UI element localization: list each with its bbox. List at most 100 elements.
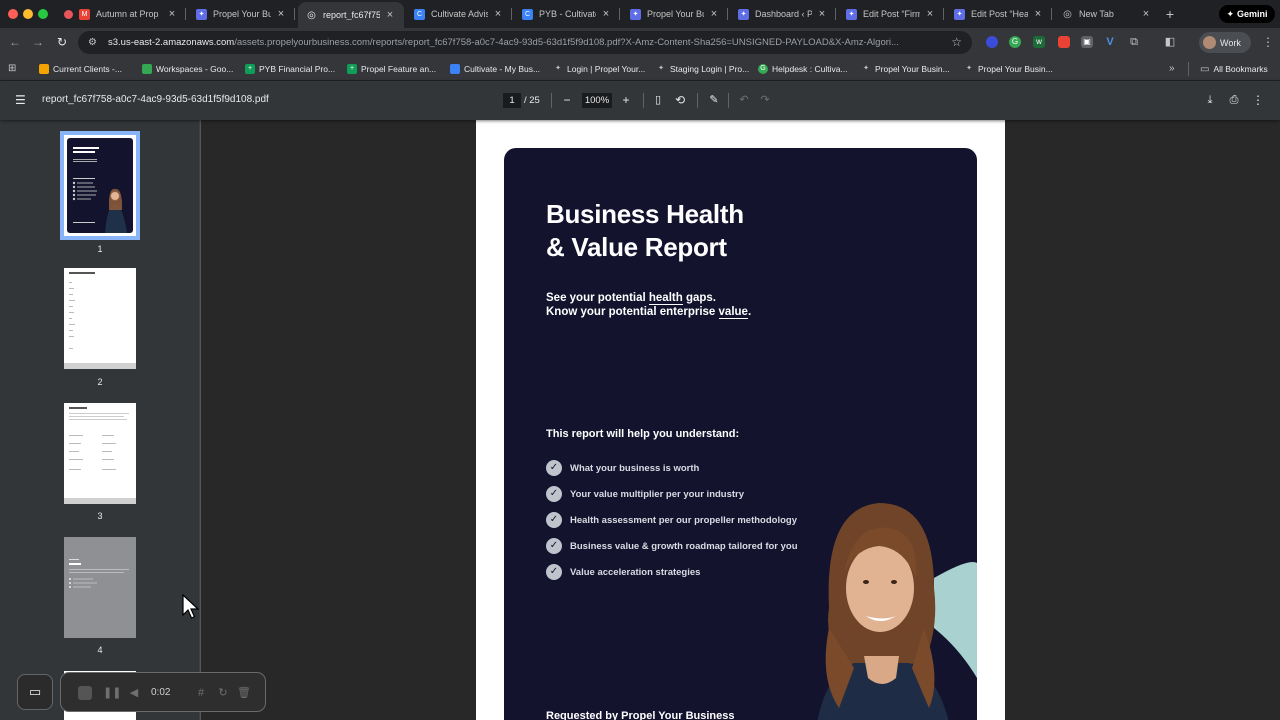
tab-7[interactable]: ✦ Dashboard ‹ Pr × [730, 3, 836, 25]
extension-icon-3[interactable]: w [1033, 36, 1045, 48]
print-icon[interactable]: ⎙ [1227, 93, 1241, 108]
stop-recording-button[interactable] [78, 686, 92, 700]
draw-icon[interactable]: # [194, 686, 208, 700]
redo-icon[interactable]: ↷ [758, 93, 772, 108]
address-bar[interactable]: ⚙ s3.us-east-2.amazonaws.com/assets.prop… [78, 31, 972, 54]
restart-icon[interactable]: ↻ [216, 686, 230, 700]
thumbnail-page-1[interactable] [60, 131, 140, 240]
page-number-input[interactable]: 1 [503, 93, 521, 108]
pause-icon[interactable]: ❚❚ [103, 686, 121, 700]
profile-label: Work [1220, 37, 1241, 48]
undo-icon[interactable]: ↶ [737, 93, 751, 108]
tab-1[interactable]: M Autumn at Prop × [56, 3, 186, 25]
bookmark-3[interactable]: + PYB Financial Pro... [245, 61, 335, 77]
vimeo-icon[interactable]: V [1104, 36, 1116, 48]
thumbnail-page-2[interactable] [64, 268, 136, 369]
rotate-icon[interactable]: ⟲ [673, 93, 687, 108]
report-title: Business Health & Value Report [546, 198, 744, 264]
tab-9[interactable]: ✦ Edit Post “Healt × [946, 3, 1052, 25]
tab-strip: M Autumn at Prop × ✦ Propel Your Bus × ◎… [0, 0, 1280, 28]
tab-6[interactable]: ✦ Propel Your Bus × [622, 3, 728, 25]
tab-title: report_fc67f75 [323, 10, 380, 20]
download-icon[interactable]: ⤓ [1203, 93, 1217, 108]
bookmark-6[interactable]: ✦ Login | Propel Your... [553, 61, 645, 77]
propel-icon: ✦ [863, 65, 869, 72]
bookmark-favicon [142, 64, 152, 74]
thumbnail-sidebar[interactable]: 1 2 3 4 [0, 120, 200, 720]
close-tab-icon[interactable]: × [924, 8, 936, 20]
divider [697, 93, 698, 108]
document-canvas[interactable]: Business Health & Value Report See your … [201, 120, 1280, 720]
tab-5[interactable]: C PYB - Cultivate × [514, 3, 620, 25]
propel-icon: ✦ [738, 8, 749, 20]
screen-recorder-controls: ❚❚ ◀ 0:02 # ↻ 🗑 [60, 672, 266, 712]
bookmark-1[interactable]: Current Clients -... [39, 61, 122, 77]
divider [728, 93, 729, 108]
thumbnail-page-4[interactable] [64, 537, 136, 638]
trash-icon[interactable]: 🗑 [237, 686, 251, 700]
maximize-window-button[interactable] [38, 9, 48, 19]
bookmark-label: Cultivate - My Bus... [464, 64, 541, 74]
bookmark-5[interactable]: Cultivate - My Bus... [450, 61, 540, 77]
fit-page-icon[interactable]: ▯ [651, 93, 665, 108]
camera-toggle-button[interactable]: ▭ [17, 674, 53, 710]
recording-timer: 0:02 [151, 687, 171, 698]
extension-icon-5[interactable]: ▣ [1081, 36, 1093, 48]
back-arrow-icon[interactable]: ← [8, 35, 22, 49]
propel-icon: ✦ [954, 8, 965, 20]
close-tab-icon[interactable]: × [1032, 8, 1044, 20]
close-tab-icon[interactable]: × [384, 9, 396, 21]
hamburger-menu-icon[interactable]: ☰ [15, 94, 27, 106]
side-panel-icon[interactable]: ◧ [1164, 36, 1176, 48]
close-tab-icon[interactable]: × [1140, 8, 1152, 20]
close-tab-icon[interactable]: × [166, 8, 178, 20]
close-window-button[interactable] [8, 9, 18, 19]
extension-icon-4[interactable] [1058, 36, 1070, 48]
bookmark-8[interactable]: G Helpdesk : Cultiva... [758, 61, 848, 77]
thumbnail-page-3[interactable] [64, 403, 136, 504]
close-tab-icon[interactable]: × [275, 8, 287, 20]
bookmark-4[interactable]: + Propel Feature an... [347, 61, 436, 77]
tab-2[interactable]: ✦ Propel Your Bus × [188, 3, 295, 25]
bookmark-10[interactable]: ✦ Propel Your Busin... [964, 61, 1053, 77]
annotate-icon[interactable]: ✎ [707, 93, 721, 108]
pdf-toolbar: ☰ report_fc67f758-a0c7-4ac9-93d5-63d1f5f… [0, 81, 1280, 120]
url-path: /assets.propelyourbusiness.com/reports/r… [234, 37, 899, 48]
site-info-icon[interactable]: ⚙ [88, 37, 102, 48]
bookmark-label: Propel Your Busin... [978, 64, 1053, 74]
close-tab-icon[interactable]: × [600, 8, 612, 20]
bookmark-2[interactable]: Workspaces - Goo... [142, 61, 233, 77]
tab-4[interactable]: C Cultivate Advis × [406, 3, 512, 25]
minimize-window-button[interactable] [23, 9, 33, 19]
new-tab-button[interactable]: + [1163, 5, 1177, 23]
tab-8[interactable]: ✦ Edit Post “Firm × [838, 3, 944, 25]
zoom-in-icon[interactable]: + [619, 93, 633, 108]
browser-menu-icon[interactable]: ⋮ [1262, 36, 1274, 48]
tab-3-active[interactable]: ◎ report_fc67f75 × [298, 2, 404, 28]
close-tab-icon[interactable]: × [816, 8, 828, 20]
forward-arrow-icon[interactable]: → [31, 35, 45, 49]
bookmark-star-icon[interactable]: ☆ [951, 35, 962, 49]
close-tab-icon[interactable]: × [492, 8, 504, 20]
bookmark-9[interactable]: ✦ Propel Your Busin... [861, 61, 950, 77]
grammarly-icon[interactable]: G [1009, 36, 1021, 48]
reload-icon[interactable]: ↻ [55, 35, 69, 49]
mute-icon[interactable]: ◀ [127, 686, 141, 700]
tab-10[interactable]: ◎ New Tab × [1054, 3, 1160, 25]
close-tab-icon[interactable]: × [708, 8, 720, 20]
extension-icon-1[interactable] [986, 36, 998, 48]
profile-button[interactable]: Work [1199, 32, 1251, 53]
more-options-icon[interactable]: ⋮ [1251, 93, 1265, 108]
gemini-button[interactable]: ✦ Gemini [1219, 5, 1275, 23]
bookmark-7[interactable]: ✦ Staging Login | Pro... [656, 61, 749, 77]
all-bookmarks-button[interactable]: ▭ All Bookmarks [1200, 61, 1268, 77]
bookmark-label: Propel Your Busin... [875, 64, 950, 74]
subtitle-emphasis: health [648, 292, 683, 305]
apps-grid-icon[interactable]: ⊞ [8, 63, 19, 74]
zoom-out-icon[interactable]: − [560, 93, 574, 108]
check-icon: ✓ [546, 564, 562, 580]
more-bookmarks-icon[interactable]: » [1169, 63, 1175, 74]
url-host: s3.us-east-2.amazonaws.com [108, 37, 235, 48]
puzzle-icon[interactable]: ⧉ [1128, 36, 1140, 48]
zoom-input[interactable]: 100% [582, 93, 612, 108]
